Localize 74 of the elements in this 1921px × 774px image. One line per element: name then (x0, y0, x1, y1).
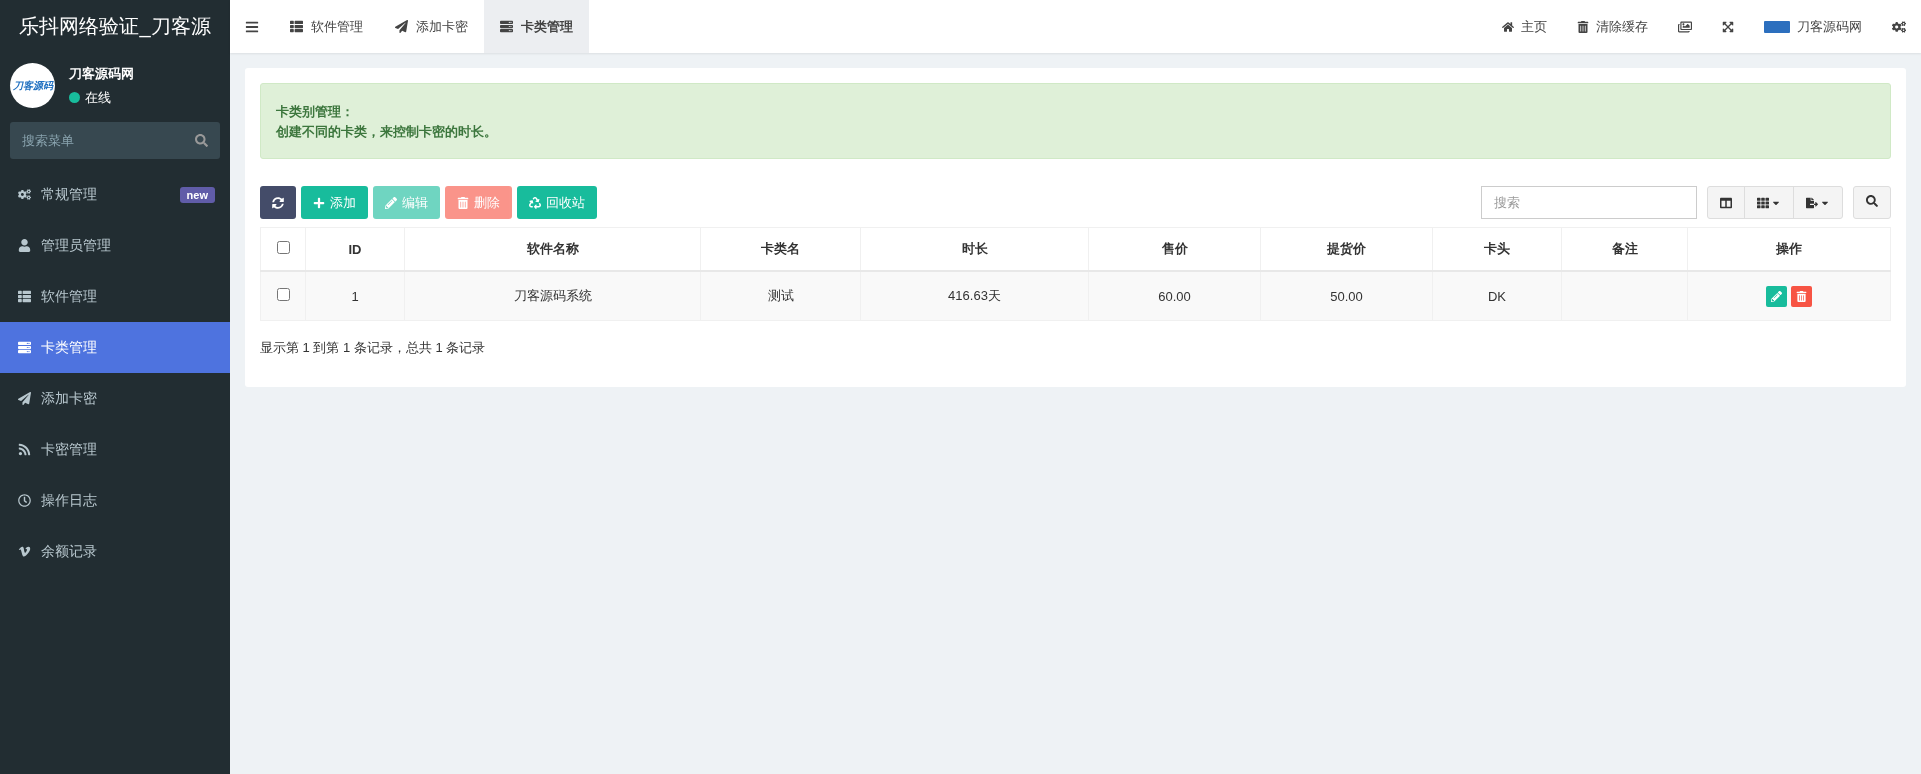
tab[interactable]: 添加卡密 (379, 0, 484, 53)
search-field[interactable]: 搜索 (1481, 186, 1697, 219)
rss-icon (18, 443, 31, 456)
settings-icon (1892, 19, 1906, 34)
sidebar-item-label: 余额记录 (41, 542, 98, 561)
v-icon (18, 545, 31, 558)
table-cell: 60.00 (1088, 271, 1261, 321)
tab[interactable]: 卡类管理 (484, 0, 589, 53)
pencil-icon (385, 196, 397, 209)
search-icon (1866, 195, 1878, 207)
user-icon (18, 239, 31, 252)
sidebar-item[interactable]: 卡类管理 (0, 322, 230, 373)
refresh-icon (272, 196, 284, 209)
clock-icon (18, 494, 31, 507)
trash-icon (1796, 290, 1807, 302)
paper-plane-icon (395, 20, 408, 33)
avatar: 刀客源码 (10, 63, 55, 108)
sidebar-item[interactable]: 卡密管理 (0, 424, 230, 475)
top-link[interactable]: 主页 (1487, 0, 1562, 53)
search-button[interactable] (1853, 186, 1891, 219)
pencil-icon (1771, 290, 1782, 302)
sidebar-item[interactable]: 余额记录 (0, 526, 230, 577)
sidebar-item-label: 常规管理 (41, 185, 98, 204)
refresh-button[interactable] (260, 186, 296, 219)
sidebar-item-label: 软件管理 (41, 287, 98, 306)
trash-icon (1577, 20, 1589, 33)
server-icon (18, 341, 31, 354)
table-cell: 416.63天 (860, 271, 1089, 321)
delete-button[interactable] (1791, 285, 1812, 307)
menu-icon (245, 19, 259, 34)
list-icon (18, 290, 31, 303)
home-icon (1502, 20, 1514, 33)
table-cell: DK (1432, 271, 1562, 321)
sidebar-item-label: 卡密管理 (41, 440, 98, 459)
status-text: 在线 (85, 88, 111, 107)
menu-search-field[interactable]: 搜索菜单 (10, 122, 220, 159)
server-icon (500, 20, 513, 33)
sidebar-item-label: 添加卡密 (41, 389, 98, 408)
new-badge: new (179, 186, 215, 203)
sidebar-item[interactable]: 操作日志 (0, 475, 230, 526)
alert-text: 创建不同的卡类，来控制卡密的时长。 (276, 123, 498, 141)
sidebar-item-label: 操作日志 (41, 491, 98, 510)
recycle-icon (529, 196, 541, 209)
top-link[interactable]: 清除缓存 (1562, 0, 1663, 53)
alert-title: 卡类别管理： (276, 103, 355, 121)
table-cell: 50.00 (1260, 271, 1433, 321)
card-view-icon (1720, 196, 1732, 209)
trash-icon (457, 196, 469, 209)
logo-icon (1764, 20, 1790, 33)
account-button[interactable]: 刀客源码网 (1749, 0, 1877, 53)
images-icon (1678, 19, 1692, 34)
expand-icon (1722, 20, 1734, 33)
table-cell: 测试 (700, 271, 861, 321)
table-cell: 1 (305, 271, 405, 321)
sidebar-item-label: 卡类管理 (41, 338, 98, 357)
grid-icon (1757, 196, 1769, 209)
sidebar-item[interactable]: 软件管理 (0, 271, 230, 322)
pagination-info: 显示第 1 到第 1 条记录，总共 1 条记录 (260, 339, 487, 357)
app-title: 乐抖网络验证_刀客源 (18, 14, 212, 40)
gear-icon (18, 188, 31, 201)
list-icon (290, 20, 303, 33)
sidebar-item-label: 管理员管理 (41, 236, 112, 255)
row-checkbox[interactable] (276, 288, 290, 301)
sidebar-item[interactable]: 常规管理 new (0, 169, 230, 220)
sidebar-item[interactable]: 添加卡密 (0, 373, 230, 424)
export-icon (1806, 196, 1818, 209)
tab[interactable]: 软件管理 (274, 0, 379, 53)
user-name: 刀客源码网 (69, 64, 134, 83)
plus-icon (313, 196, 325, 209)
paper-plane-icon (18, 392, 31, 405)
search-icon (195, 134, 208, 147)
table-cell: 刀客源码系统 (404, 271, 701, 321)
select-all-checkbox[interactable] (276, 241, 290, 254)
sidebar-item[interactable]: 管理员管理 (0, 220, 230, 271)
